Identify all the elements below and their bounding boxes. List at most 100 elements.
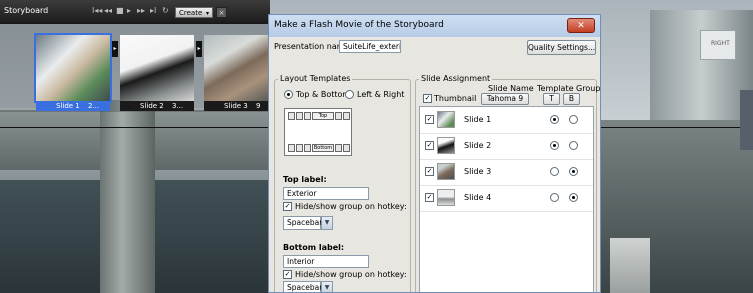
concrete-pillar <box>100 100 155 293</box>
transition-arrow-icon[interactable]: ▸ <box>196 41 202 57</box>
chevron-down-icon: ▾ <box>205 10 209 17</box>
top-hotkey-checkbox[interactable]: ✓ <box>283 202 292 211</box>
layout-templates-title: Layout Templates <box>278 74 353 83</box>
preview-bottom-label: Bottom <box>312 144 334 152</box>
navigation-bar[interactable] <box>740 90 753 150</box>
bottom-hotkey-checkbox[interactable]: ✓ <box>283 270 292 279</box>
storyboard-slide-2[interactable]: Slide 2 3... <box>120 35 194 113</box>
slide-label: Slide 3 <box>224 102 248 110</box>
storyboard-slide-1[interactable]: Slide 1 2... <box>34 33 112 113</box>
storyboard-title: Storyboard <box>4 6 49 15</box>
last-slide-icon[interactable]: ▸I <box>150 6 156 15</box>
thumbnail-checkbox[interactable]: ✓ <box>423 94 432 103</box>
preview-top-label: Top <box>312 112 334 120</box>
top-bottom-label: Top & Bottom <box>296 90 351 99</box>
slide-3-group-b-radio[interactable] <box>569 167 578 176</box>
rewind-icon[interactable]: ◂◂ <box>104 6 112 15</box>
slide-1-group-t-radio[interactable] <box>550 115 559 124</box>
play-icon[interactable]: ▸ <box>127 6 131 15</box>
slide-3-thumbnail <box>437 163 455 180</box>
slide-2-image <box>120 35 194 101</box>
slide-4-checkbox[interactable]: ✓ <box>425 193 434 202</box>
slide-label: Slide 1 <box>56 102 80 110</box>
slide-4-group-b-radio[interactable] <box>569 193 578 202</box>
slide-assignment-list: ✓ Slide 1 ✓ Slide 2 ✓ Slide 3 ✓ Slide 4 <box>419 106 594 292</box>
slide-row[interactable]: ✓ Slide 2 <box>420 133 593 160</box>
slide-2-group-t-radio[interactable] <box>550 141 559 150</box>
slide-strip: Slide 1 2... ▸ Slide 2 3... ▸ Slide 3 9 <box>0 23 278 113</box>
template-group-header: Template Group <box>537 84 601 93</box>
dialog-close-button[interactable]: ✕ <box>567 18 595 33</box>
horizon-guide-line <box>0 127 270 128</box>
slide-1-group-b-radio[interactable] <box>569 115 578 124</box>
horizon-guide-line <box>600 127 753 128</box>
view-cube-label: RIGHT <box>711 40 730 47</box>
create-button-label: Create <box>179 9 203 17</box>
slide-3-checkbox[interactable]: ✓ <box>425 167 434 176</box>
stair-railing <box>610 238 650 293</box>
slide-2-thumbnail <box>437 137 455 154</box>
slide-caption: Slide 2 3... <box>120 101 194 111</box>
storyboard-titlebar: Storyboard I◂◂ ◂◂ ■ ▸ ▸▸ ▸I ↻ Create ▾ × <box>0 0 270 24</box>
chevron-down-icon[interactable]: ▼ <box>321 216 333 230</box>
slide-3-image <box>204 35 278 101</box>
slide-1-thumbnail <box>437 111 455 128</box>
slide-1-name: Slide 1 <box>464 115 492 124</box>
quality-settings-button[interactable]: Quality Settings... <box>527 40 596 55</box>
slide-caption: Slide 3 9 <box>204 101 278 111</box>
left-right-radio[interactable] <box>345 90 354 99</box>
preview-cell <box>288 144 295 152</box>
font-button[interactable]: Tahoma 9 <box>481 93 529 105</box>
slide-3-group-t-radio[interactable] <box>550 167 559 176</box>
preview-cell <box>343 112 350 120</box>
slide-row[interactable]: ✓ Slide 1 <box>420 107 593 134</box>
thumbnail-label: Thumbnail <box>434 94 477 103</box>
slide-assignment-title: Slide Assignment <box>419 74 493 83</box>
slide-2-name: Slide 2 <box>464 141 492 150</box>
slide-row[interactable]: ✓ Slide 3 <box>420 159 593 186</box>
preview-cell <box>304 112 311 120</box>
slide-2-group-b-radio[interactable] <box>569 141 578 150</box>
flash-movie-dialog: Make a Flash Movie of the Storyboard ✕ P… <box>268 14 601 293</box>
top-label-field[interactable]: Exterior <box>283 187 369 200</box>
storyboard-slide-3[interactable]: Slide 3 9 <box>204 35 278 113</box>
bottom-hotkey-select[interactable]: Spacebar <box>283 281 322 292</box>
slide-4-group-t-radio[interactable] <box>550 193 559 202</box>
preview-cell <box>335 112 342 120</box>
slide-thumbnail <box>204 35 278 101</box>
slide-4-thumbnail <box>437 189 455 206</box>
first-slide-icon[interactable]: I◂◂ <box>92 6 102 15</box>
dialog-titlebar: Make a Flash Movie of the Storyboard ✕ <box>269 15 600 37</box>
preview-cell <box>304 144 311 152</box>
slide-1-checkbox[interactable]: ✓ <box>425 115 434 124</box>
slide-1-image <box>36 35 110 101</box>
layout-preview: Top Bottom <box>284 108 352 156</box>
storyboard-close-button[interactable]: × <box>216 7 227 18</box>
slide-thumbnail <box>34 33 112 103</box>
slide-2-checkbox[interactable]: ✓ <box>425 141 434 150</box>
group-t-button[interactable]: T <box>543 93 560 105</box>
top-label-heading: Top label: <box>283 175 327 184</box>
bottom-hotkey-label: Hide/show group on hotkey: <box>295 270 407 279</box>
stop-icon[interactable]: ■ <box>116 6 124 15</box>
slide-row[interactable]: ✓ Slide 4 <box>420 185 593 212</box>
slide-duration: 2... <box>88 102 100 110</box>
slide-thumbnail <box>120 35 194 101</box>
bottom-label-field[interactable]: Interior <box>283 255 369 268</box>
presentation-name-field[interactable]: SuiteLife_exterio <box>339 40 401 53</box>
group-b-button[interactable]: B <box>563 93 580 105</box>
slide-duration: 3... <box>172 102 184 110</box>
chevron-down-icon[interactable]: ▼ <box>321 281 333 292</box>
top-bottom-radio[interactable] <box>284 90 293 99</box>
preview-cell <box>288 112 295 120</box>
preview-cell <box>335 144 342 152</box>
top-hotkey-select[interactable]: Spacebar <box>283 216 322 230</box>
fast-forward-icon[interactable]: ▸▸ <box>137 6 145 15</box>
view-cube[interactable]: RIGHT <box>700 30 736 60</box>
top-hotkey-label: Hide/show group on hotkey: <box>295 202 407 211</box>
preview-cell <box>343 144 350 152</box>
create-button[interactable]: Create ▾ <box>175 7 213 18</box>
transition-arrow-icon[interactable]: ▸ <box>112 41 118 57</box>
slide-name-header: Slide Name <box>488 84 534 93</box>
loop-icon[interactable]: ↻ <box>162 6 169 15</box>
